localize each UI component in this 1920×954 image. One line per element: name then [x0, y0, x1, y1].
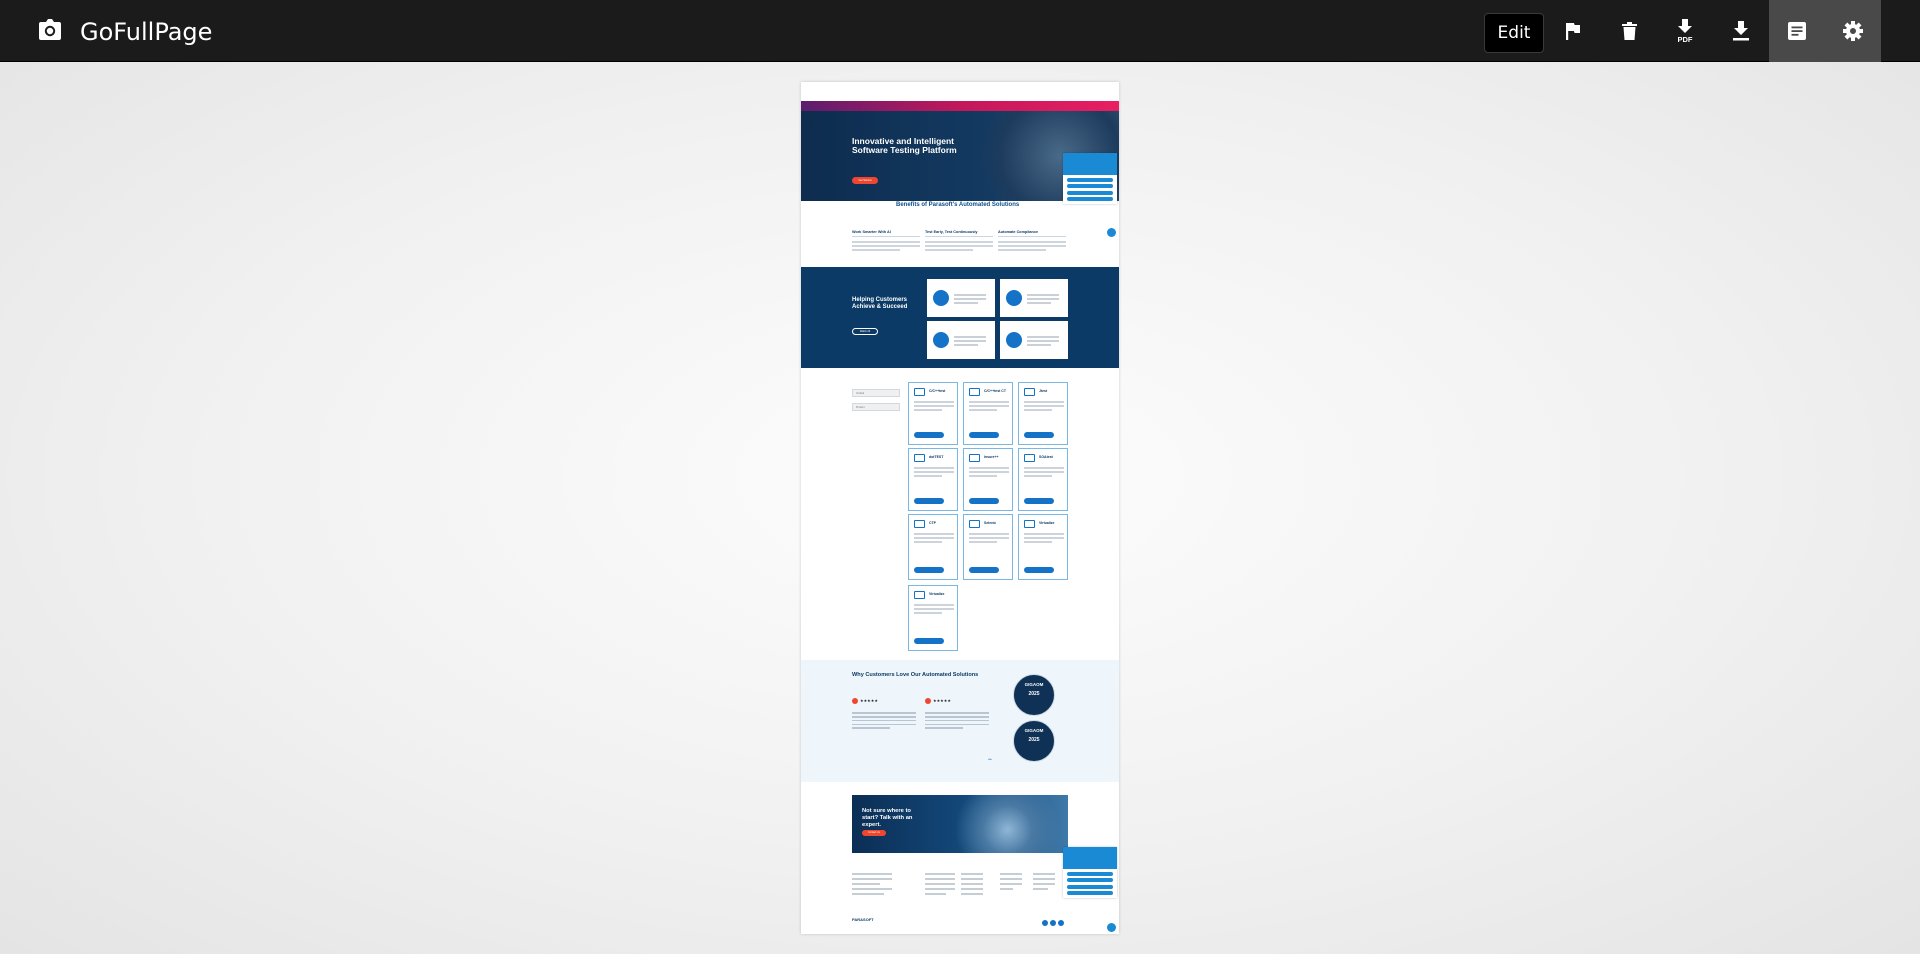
stat-card — [1000, 279, 1068, 317]
benefit-item: Automate Compliance — [998, 230, 1066, 253]
chat-bubble-icon — [1107, 923, 1116, 932]
chat-header — [1063, 153, 1117, 175]
product-card: SOAtest — [1018, 448, 1068, 511]
gear-icon — [1843, 21, 1863, 41]
chat-widget — [1063, 153, 1117, 204]
benefits-title: Benefits of Parasoft's Automated Solutio… — [896, 202, 1020, 208]
customers-button: Watch All — [852, 328, 878, 335]
product-card: dotTEST — [908, 448, 958, 511]
stat-card — [1000, 321, 1068, 359]
product-card: C/C++test CT — [963, 382, 1013, 445]
product-card: Insure++ — [963, 448, 1013, 511]
cta-title: Not sure where to start? Talk with an ex… — [862, 808, 913, 828]
cta-button: Contact Us — [862, 830, 886, 836]
benefit-item: Test Early, Test Continuously — [925, 230, 993, 253]
screenshot-preview[interactable]: Innovative and Intelligent Software Test… — [801, 82, 1119, 934]
product-card: Virtualize — [908, 585, 958, 651]
rating-stars-icon: ★★★★★ — [933, 698, 951, 704]
stat-card — [927, 279, 995, 317]
svg-text:PDF: PDF — [1678, 35, 1693, 43]
download-image-button[interactable] — [1713, 0, 1769, 62]
footer-column — [1033, 870, 1055, 893]
g2-logo-icon — [852, 697, 858, 704]
testimonials-title: Why Customers Love Our Automated Solutio… — [852, 672, 979, 678]
document-icon — [1788, 22, 1806, 40]
benefit-title: Work Smarter With AI — [852, 230, 920, 237]
customers-title: Helping Customers Achieve & Succeed — [852, 297, 908, 310]
announcement-bar — [801, 101, 1119, 111]
filter-vertical: Vertical — [852, 389, 900, 397]
cta-image — [947, 795, 1068, 853]
benefit-item: Work Smarter With AI — [852, 230, 920, 253]
g2-logo-icon — [925, 697, 931, 704]
edit-button[interactable]: Edit — [1484, 13, 1544, 53]
review-card: ★★★★★ — [852, 692, 916, 729]
extension-toolbar: GoFullPage Edit PDF — [0, 0, 1920, 62]
carousel-arrows-icon: ◂ ▸ — [988, 757, 992, 761]
testimonials-section: Why Customers Love Our Automated Solutio… — [801, 660, 1119, 782]
product-card: CTP — [908, 514, 958, 580]
footer-column — [1000, 870, 1022, 893]
benefit-title: Automate Compliance — [998, 230, 1066, 237]
cta-banner: Not sure where to start? Talk with an ex… — [852, 795, 1068, 853]
award-badge: GIGAOM 2025 — [1013, 720, 1055, 762]
benefit-title: Test Early, Test Continuously — [925, 230, 993, 237]
app-title: GoFullPage — [80, 18, 213, 46]
chat-bubble-icon — [1107, 228, 1116, 237]
footer-column — [852, 870, 892, 898]
footer-column — [961, 870, 983, 898]
delete-button[interactable] — [1601, 0, 1657, 62]
footer-logo: PARASOFT — [852, 917, 874, 922]
flag-icon — [1566, 23, 1580, 40]
hero-button: Get Started — [852, 177, 878, 184]
rating-stars-icon: ★★★★★ — [860, 698, 878, 704]
download-pdf-icon: PDF — [1678, 19, 1693, 43]
chat-widget — [1063, 847, 1117, 898]
social-icon — [1050, 920, 1056, 926]
filter-product: Product — [852, 403, 900, 411]
download-icon — [1733, 21, 1749, 41]
camera-icon — [38, 19, 62, 41]
social-icon — [1058, 920, 1064, 926]
download-pdf-button[interactable]: PDF — [1657, 0, 1713, 62]
hero-title: Innovative and Intelligent Software Test… — [852, 136, 957, 155]
flag-button[interactable] — [1545, 0, 1601, 62]
product-card: Jtest — [1018, 382, 1068, 445]
product-card: C/C++test — [908, 382, 958, 445]
customers-section: Helping Customers Achieve & Succeed Watc… — [801, 267, 1119, 368]
review-card: ★★★★★ — [925, 692, 989, 729]
social-icon — [1042, 920, 1048, 926]
notes-button[interactable] — [1769, 0, 1825, 62]
trash-icon — [1621, 22, 1637, 40]
award-badge: GIGAOM 2025 — [1013, 674, 1055, 716]
product-card: Selenic — [963, 514, 1013, 580]
settings-button[interactable] — [1825, 0, 1881, 62]
stat-card — [927, 321, 995, 359]
chat-header — [1063, 847, 1117, 869]
customers-subtitle — [852, 315, 907, 321]
footer-column — [925, 870, 955, 898]
product-card: Virtualize — [1018, 514, 1068, 580]
